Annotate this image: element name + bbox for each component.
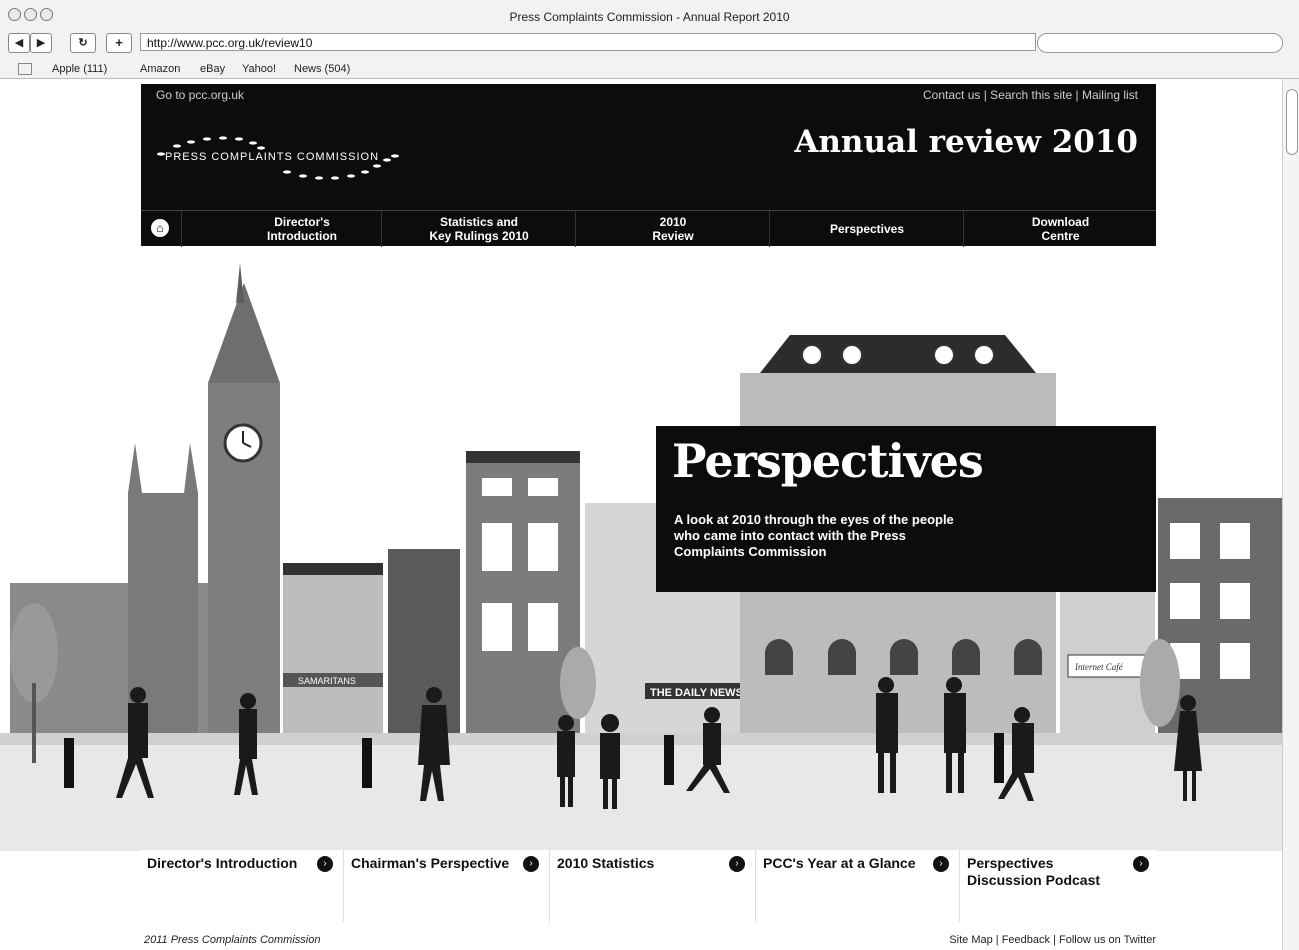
nav-2010-review[interactable]: 2010 Review bbox=[575, 211, 770, 247]
site-header: Go to pcc.org.uk Contact us | Search thi… bbox=[141, 84, 1156, 247]
home-icon[interactable]: ⌂ bbox=[151, 219, 169, 237]
card-chairmans-perspective[interactable]: Chairman's Perspective › bbox=[345, 850, 550, 922]
browser-toolbar: ◀ ▶ ↻ + http://www.pcc.org.uk/review10 bbox=[0, 30, 1299, 60]
perspectives-hero-panel: Perspectives A look at 2010 through the … bbox=[656, 426, 1156, 592]
window-titlebar: Press Complaints Commission - Annual Rep… bbox=[0, 0, 1299, 31]
card-title: PCC's Year at a Glance bbox=[763, 855, 916, 871]
card-2010-statistics[interactable]: 2010 Statistics › bbox=[551, 850, 756, 922]
hero-heading: Perspectives bbox=[672, 434, 984, 488]
window-title: Press Complaints Commission - Annual Rep… bbox=[509, 10, 790, 24]
nav-perspectives[interactable]: Perspectives bbox=[769, 211, 964, 247]
internet-cafe-sign: Internet Café bbox=[1074, 662, 1124, 672]
search-field[interactable] bbox=[1037, 33, 1283, 53]
card-discussion-podcast[interactable]: Perspectives Discussion Podcast › bbox=[961, 850, 1156, 922]
chevron-right-icon[interactable]: › bbox=[1133, 856, 1149, 872]
footer-links[interactable]: Site Map | Feedback | Follow us on Twitt… bbox=[949, 934, 1156, 946]
card-year-at-a-glance[interactable]: PCC's Year at a Glance › bbox=[757, 850, 960, 922]
bookmark-ebay[interactable]: eBay bbox=[200, 63, 225, 75]
card-title: Director's Introduction bbox=[147, 855, 298, 871]
logo-text: PRESS COMPLAINTS COMMISSION bbox=[165, 151, 380, 163]
samaritans-sign: SAMARITANS bbox=[298, 676, 356, 686]
scrollbar-thumb[interactable] bbox=[1286, 89, 1298, 155]
bookmarks-book-icon[interactable] bbox=[18, 63, 32, 75]
goto-pcc-link[interactable]: Go to pcc.org.uk bbox=[156, 88, 244, 102]
bookmark-apple[interactable]: Apple (111) bbox=[52, 63, 107, 75]
bookmark-news[interactable]: News (504) bbox=[294, 63, 350, 75]
copyright-text: 2011 Press Complaints Commission bbox=[144, 934, 321, 946]
nav-statistics[interactable]: Statistics and Key Rulings 2010 bbox=[381, 211, 576, 247]
bookmarks-bar: Apple (111) Amazon eBay Yahoo! News (504… bbox=[0, 60, 1299, 79]
chevron-right-icon[interactable]: › bbox=[523, 856, 539, 872]
bookmark-yahoo[interactable]: Yahoo! bbox=[242, 63, 276, 75]
forward-arrow-icon[interactable]: ▶ bbox=[30, 33, 52, 53]
card-title: Perspectives Discussion Podcast bbox=[967, 855, 1101, 888]
card-title: Chairman's Perspective bbox=[351, 855, 510, 871]
hero-description: A look at 2010 through the eyes of the p… bbox=[674, 512, 954, 559]
chevron-right-icon[interactable]: › bbox=[317, 856, 333, 872]
card-directors-introduction[interactable]: Director's Introduction › bbox=[141, 850, 344, 922]
nav-download-centre[interactable]: Download Centre bbox=[963, 211, 1157, 247]
card-title: 2010 Statistics bbox=[557, 855, 655, 871]
reload-icon[interactable]: ↻ bbox=[70, 33, 96, 53]
pcc-logo[interactable]: PRESS COMPLAINTS COMMISSION bbox=[157, 126, 417, 192]
daily-news-sign: THE DAILY NEWS bbox=[650, 687, 743, 699]
page-title: Annual review 2010 bbox=[794, 124, 1138, 160]
main-nav: ⌂ Director's Introduction Statistics and… bbox=[141, 210, 1156, 247]
chevron-right-icon[interactable]: › bbox=[729, 856, 745, 872]
chevron-right-icon[interactable]: › bbox=[933, 856, 949, 872]
url-field[interactable]: http://www.pcc.org.uk/review10 bbox=[140, 33, 1036, 51]
back-arrow-icon[interactable]: ◀ bbox=[8, 33, 30, 53]
header-links[interactable]: Contact us | Search this site | Mailing … bbox=[923, 88, 1138, 102]
page-content: Go to pcc.org.uk Contact us | Search thi… bbox=[0, 79, 1282, 950]
page-scrollbar[interactable] bbox=[1282, 79, 1299, 950]
bookmark-amazon[interactable]: Amazon bbox=[140, 63, 180, 75]
add-bookmark-icon[interactable]: + bbox=[106, 33, 132, 53]
feature-cards: Director's Introduction › Chairman's Per… bbox=[141, 850, 1156, 922]
